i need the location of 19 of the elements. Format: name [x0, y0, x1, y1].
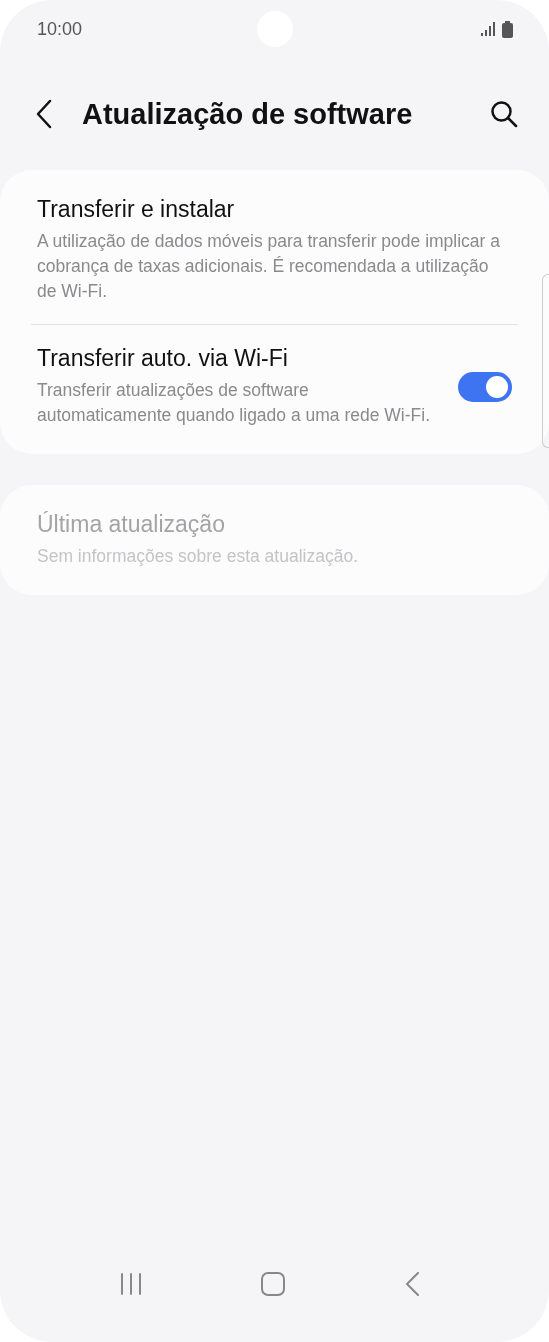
item-description: Transferir atualizações de software automaticamente quando ligado a uma rede Wi-Fi. [37, 379, 431, 427]
status-time: 10:00 [37, 18, 83, 40]
settings-item[interactable]: Transferir auto. via Wi-Fi Transferir atualizações de software automaticamente quando ligado a uma rede Wi-Fi. [31, 324, 518, 448]
toggle-switch[interactable] [458, 371, 512, 402]
signal-icon [481, 22, 496, 36]
back-nav-button[interactable] [403, 1272, 420, 1296]
battery-icon [502, 20, 513, 38]
home-button[interactable] [261, 1272, 286, 1296]
item-description: A utilização de dados móveis para transferir pode implicar a cobrança de taxas adicionais. É recomendada a utilização de Wi-Fi. [37, 230, 501, 303]
item-title: Transferir auto. via Wi-Fi [37, 345, 289, 372]
recent-apps-button[interactable] [119, 1272, 144, 1296]
scroll-handle[interactable] [542, 274, 549, 448]
settings-item[interactable]: Transferir e instalar A utilização de dados móveis para transferir pode implicar a cobrança de taxas adicionais. É recomendada a utilização de Wi-Fi. [0, 176, 549, 324]
item-title: Transferir e instalar [37, 196, 236, 223]
search-button[interactable] [489, 99, 519, 129]
page-title: Atualização de software [82, 97, 414, 131]
back-button[interactable] [34, 99, 54, 129]
item-description: Sem informações sobre esta atualização. [37, 545, 359, 568]
item-title: Última atualização [37, 511, 226, 538]
